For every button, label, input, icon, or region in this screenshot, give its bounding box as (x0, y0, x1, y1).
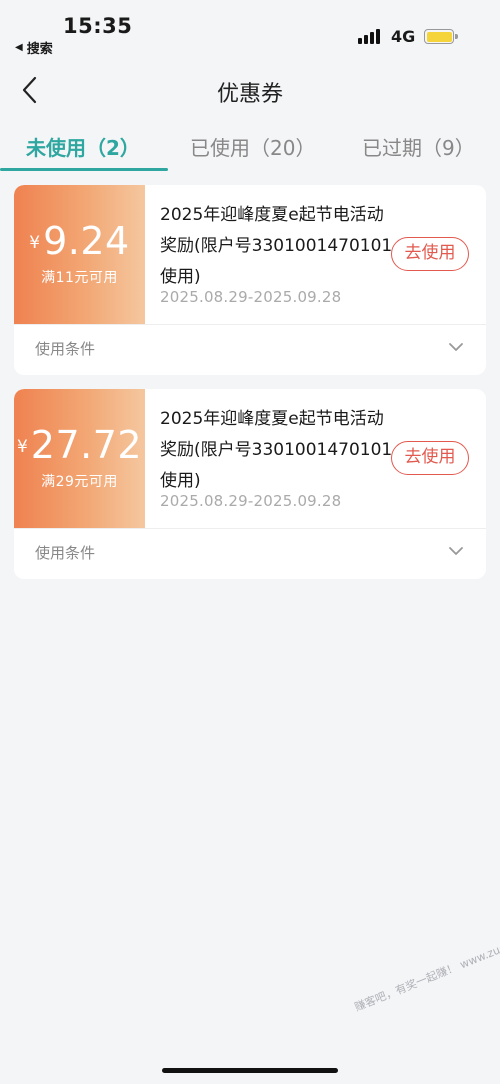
coupon-validity-date: 2025.08.29-2025.09.28 (160, 288, 342, 306)
network-type: 4G (391, 27, 416, 46)
coupon-main: ¥9.24 满11元可用 2025年迎峰度夏e起节电活动奖励(限户号330100… (14, 185, 486, 324)
currency-symbol: ¥ (29, 233, 41, 253)
use-coupon-button[interactable]: 去使用 (391, 237, 469, 271)
coupon-threshold: 满11元可用 (41, 270, 118, 286)
coupon-card: ¥9.24 满11元可用 2025年迎峰度夏e起节电活动奖励(限户号330100… (14, 185, 486, 375)
usage-conditions-toggle[interactable]: 使用条件 (14, 325, 486, 375)
coupon-validity-date: 2025.08.29-2025.09.28 (160, 492, 342, 510)
page-title: 优惠券 (216, 82, 283, 107)
coupon-amount: 9.24 (43, 219, 130, 263)
coupon-card: ¥27.72 满29元可用 2025年迎峰度夏e起节电活动奖励(限户号33010… (14, 389, 486, 579)
tab-unused[interactable]: 未使用（2） (26, 132, 140, 161)
back-triangle-icon: ◀ (15, 42, 23, 53)
chevron-down-icon (449, 547, 463, 555)
usage-conditions-label: 使用条件 (35, 340, 96, 358)
use-coupon-button[interactable]: 去使用 (391, 441, 469, 475)
status-time: 15:35 (63, 14, 133, 38)
coupon-value-panel: ¥9.24 满11元可用 (14, 185, 145, 324)
nav-bar: 优惠券 (0, 60, 500, 120)
tab-used[interactable]: 已使用（20） (190, 132, 315, 161)
currency-symbol: ¥ (16, 437, 28, 457)
chevron-down-icon (449, 343, 463, 351)
coupon-amount-row: ¥9.24 (14, 219, 145, 263)
coupon-page: 15:35 ◀ 搜索 4G 优惠券 未使用（2） 已使用（20） 已过期（9） (0, 0, 500, 1084)
coupon-amount-row: ¥27.72 (14, 423, 145, 467)
usage-conditions-toggle[interactable]: 使用条件 (14, 529, 486, 579)
coupon-name: 2025年迎峰度夏e起节电活动奖励(限户号3301001470101使用) (160, 205, 393, 287)
coupon-amount: 27.72 (30, 423, 143, 467)
home-indicator[interactable] (162, 1068, 338, 1073)
signal-strength-icon (358, 28, 380, 44)
coupon-main: ¥27.72 满29元可用 2025年迎峰度夏e起节电活动奖励(限户号33010… (14, 389, 486, 528)
coupon-tabs: 未使用（2） 已使用（20） 已过期（9） (0, 122, 500, 172)
back-to-app-link[interactable]: ◀ 搜索 (15, 38, 53, 57)
coupon-name: 2025年迎峰度夏e起节电活动奖励(限户号3301001470101使用) (160, 409, 393, 491)
battery-icon (424, 29, 458, 44)
watermark: 赚客吧，有奖一起赚！ www.zuanke8.com (352, 920, 500, 1014)
active-tab-indicator (0, 168, 168, 171)
coupon-value-panel: ¥27.72 满29元可用 (14, 389, 145, 528)
tab-expired[interactable]: 已过期（9） (362, 132, 475, 161)
back-app-label: 搜索 (26, 42, 53, 57)
status-bar: 15:35 ◀ 搜索 4G (0, 0, 500, 60)
usage-conditions-label: 使用条件 (35, 544, 96, 562)
coupon-threshold: 满29元可用 (41, 474, 118, 490)
